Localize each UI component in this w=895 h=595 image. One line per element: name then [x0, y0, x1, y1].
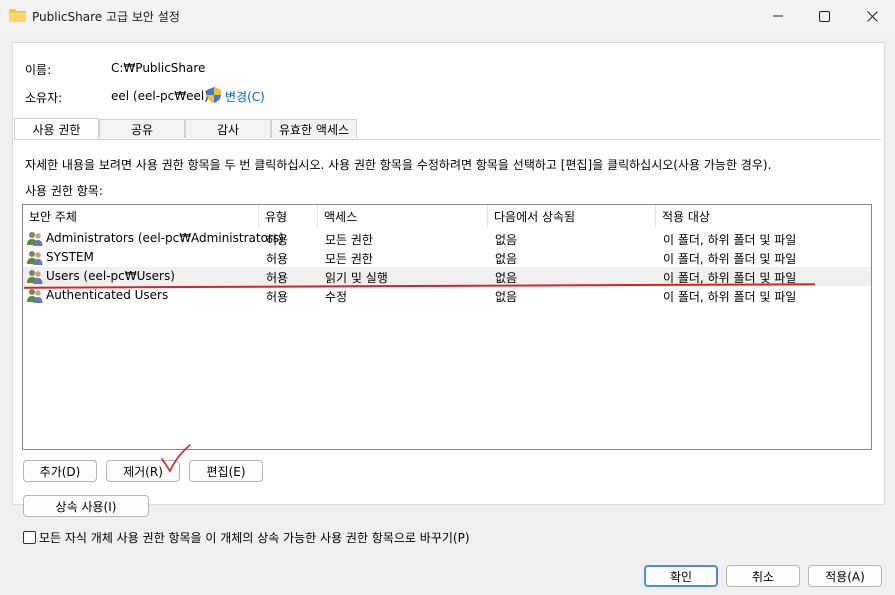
users-icon — [27, 251, 43, 265]
uac-shield-icon — [207, 87, 221, 103]
access-cell: 모든 권한 — [325, 252, 373, 266]
inherited-cell: 없음 — [495, 252, 518, 266]
replace-child-permissions-label: 모든 자식 개체 사용 권한 항목을 이 개체의 상속 가능한 사용 권한 항목… — [39, 531, 470, 545]
table-row[interactable]: Authenticated Users 허용 수정 없음 이 폴더, 하위 폴더… — [23, 286, 871, 305]
principal-cell: Authenticated Users — [46, 288, 169, 302]
table-row[interactable]: Administrators (eel-pc₩Administrators) 허… — [23, 229, 871, 248]
minimize-button[interactable] — [755, 0, 801, 32]
entries-label: 사용 권한 항목: — [25, 184, 103, 198]
principal-cell: Administrators (eel-pc₩Administrators) — [46, 231, 284, 245]
window-title: PublicShare 고급 보안 설정 — [32, 10, 180, 24]
folder-icon — [9, 9, 26, 22]
replace-child-permissions-checkbox[interactable] — [23, 531, 36, 544]
tab-panel-divider — [14, 139, 881, 140]
inherited-cell: 없음 — [495, 271, 518, 285]
type-cell: 허용 — [266, 252, 289, 266]
tab-permissions[interactable]: 사용 권한 — [14, 118, 99, 139]
applies-to-cell: 이 폴더, 하위 폴더 및 파일 — [663, 252, 797, 266]
description-text: 자세한 내용을 보려면 사용 권한 항목을 두 번 클릭하십시오. 사용 권한 … — [25, 158, 772, 172]
applies-to-cell: 이 폴더, 하위 폴더 및 파일 — [663, 233, 797, 247]
tab-auditing[interactable]: 감사 — [185, 119, 271, 138]
column-header-type[interactable]: 유형 — [259, 205, 318, 227]
access-cell: 모든 권한 — [325, 233, 373, 247]
close-button[interactable] — [849, 0, 895, 32]
name-value: C:₩PublicShare — [111, 61, 206, 75]
applies-to-cell: 이 폴더, 하위 폴더 및 파일 — [663, 290, 797, 304]
ok-button[interactable]: 확인 — [644, 565, 718, 587]
type-cell: 허용 — [266, 233, 289, 247]
users-icon — [27, 270, 43, 284]
close-icon — [866, 10, 878, 22]
add-button[interactable]: 추가(D) — [23, 460, 97, 482]
table-row[interactable]: SYSTEM 허용 모든 권한 없음 이 폴더, 하위 폴더 및 파일 — [23, 248, 871, 267]
red-checkmark-annotation — [161, 444, 191, 473]
title-bar: PublicShare 고급 보안 설정 — [0, 0, 895, 32]
cancel-button[interactable]: 취소 — [726, 565, 800, 587]
edit-button[interactable]: 편집(E) — [189, 460, 263, 482]
access-cell: 읽기 및 실행 — [325, 271, 388, 285]
type-cell: 허용 — [266, 271, 289, 285]
owner-label: 소유자: — [25, 91, 63, 105]
inherited-cell: 없음 — [495, 290, 518, 304]
column-header-access[interactable]: 액세스 — [318, 205, 488, 227]
column-header-applies-to[interactable]: 적용 대상 — [656, 205, 871, 227]
users-icon — [27, 232, 43, 246]
owner-value: eel (eel-pc₩eel) — [111, 89, 209, 103]
apply-button[interactable]: 적용(A) — [808, 565, 882, 587]
inherited-cell: 없음 — [495, 233, 518, 247]
permission-entries-list[interactable]: 보안 주체 유형 액세스 다음에서 상속됨 적용 대상 Administrato… — [22, 204, 872, 450]
tab-effective-access[interactable]: 유효한 액세스 — [271, 119, 357, 138]
column-header-principal[interactable]: 보안 주체 — [23, 205, 259, 227]
maximize-button[interactable] — [801, 0, 847, 32]
column-header-inherited-from[interactable]: 다음에서 상속됨 — [488, 205, 656, 227]
enable-inheritance-button[interactable]: 상속 사용(I) — [23, 495, 149, 517]
minimize-icon — [773, 15, 783, 17]
users-icon — [27, 289, 43, 303]
type-cell: 허용 — [266, 290, 289, 304]
name-label: 이름: — [25, 63, 52, 77]
maximize-icon — [818, 10, 830, 22]
principal-cell: SYSTEM — [46, 250, 94, 264]
access-cell: 수정 — [325, 290, 348, 304]
change-owner-link[interactable]: 변경(C) — [225, 88, 265, 105]
principal-cell: Users (eel-pc₩Users) — [46, 269, 175, 283]
tab-share[interactable]: 공유 — [99, 119, 185, 138]
